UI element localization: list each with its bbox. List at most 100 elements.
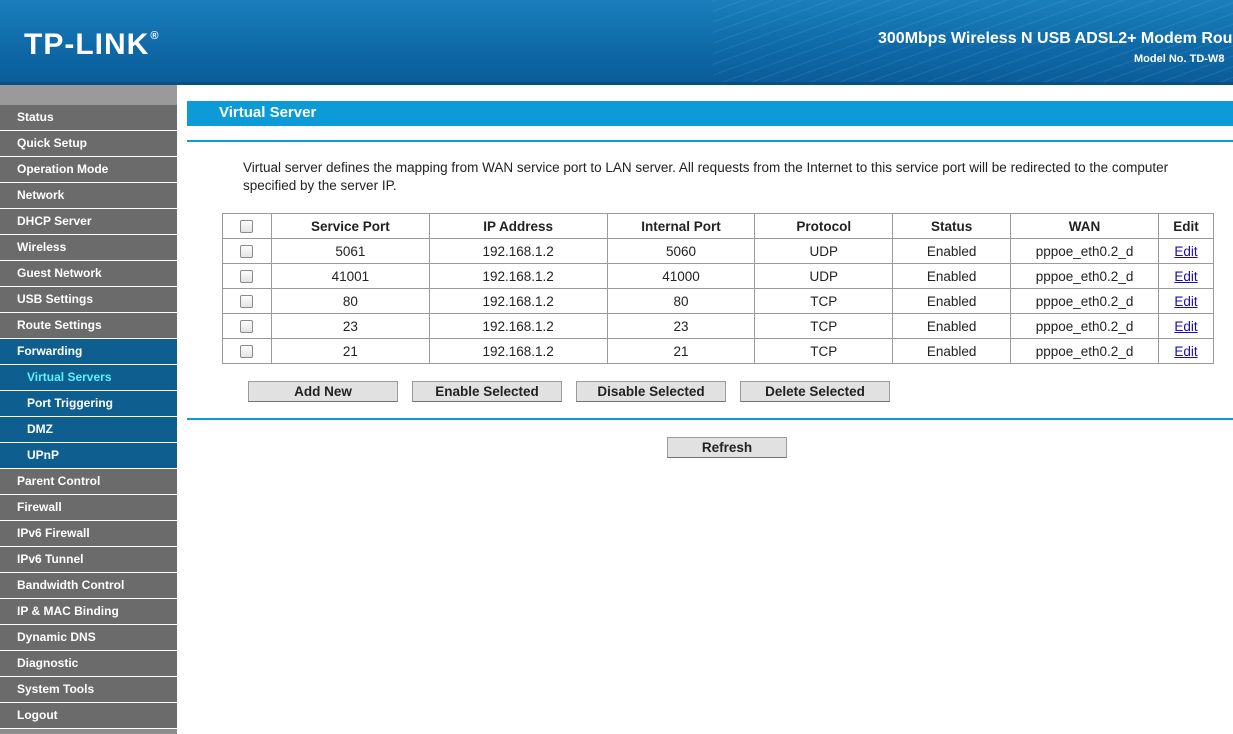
menu-item-diagnostic[interactable]: Diagnostic (0, 651, 177, 677)
row-select-cell (222, 238, 272, 264)
edit-cell: Edit (1158, 263, 1214, 289)
wan-cell: pppoe_eth0.2_d (1010, 238, 1159, 264)
internal-port-cell: 23 (606, 313, 756, 339)
menu-item-dhcp-server[interactable]: DHCP Server (0, 209, 177, 235)
ip-address-cell: 192.168.1.2 (428, 288, 608, 314)
disable-selected-button[interactable]: Disable Selected (576, 381, 726, 402)
menu-item-parent-control[interactable]: Parent Control (0, 469, 177, 495)
header-banner: TP-LINK® 300Mbps Wireless N USB ADSL2+ M… (0, 0, 1233, 82)
page-description: Virtual server defines the mapping from … (243, 160, 1169, 193)
protocol-cell: UDP (754, 263, 894, 289)
menu-item-ipv6-tunnel[interactable]: IPv6 Tunnel (0, 547, 177, 573)
row-checkbox[interactable] (240, 345, 254, 359)
submenu-item-dmz[interactable]: DMZ (0, 417, 177, 443)
enable-selected-button[interactable]: Enable Selected (412, 381, 562, 402)
wan-cell: pppoe_eth0.2_d (1010, 263, 1159, 289)
protocol-cell: TCP (754, 313, 894, 339)
menu-item-status[interactable]: Status (0, 105, 177, 131)
menu-item-firewall[interactable]: Firewall (0, 495, 177, 521)
ip-address-cell: 192.168.1.2 (428, 313, 608, 339)
status-cell: Enabled (892, 238, 1012, 264)
select-all-cell (222, 213, 272, 239)
menu-item-guest-network[interactable]: Guest Network (0, 261, 177, 287)
edit-link[interactable]: Edit (1174, 244, 1197, 259)
submenu-item-virtual-servers[interactable]: Virtual Servers (0, 365, 177, 391)
ip-address-cell: 192.168.1.2 (428, 263, 608, 289)
menu-item-bandwidth-control[interactable]: Bandwidth Control (0, 573, 177, 599)
column-header: Status (892, 213, 1012, 239)
menu-item-quick-setup[interactable]: Quick Setup (0, 131, 177, 157)
menu-item-ipv6-firewall[interactable]: IPv6 Firewall (0, 521, 177, 547)
row-checkbox[interactable] (240, 245, 254, 259)
table-row: 5061 192.168.1.2 5060 UDP Enabled pppoe_… (222, 238, 1214, 264)
column-header: Service Port (270, 213, 430, 239)
menu-item-wireless[interactable]: Wireless (0, 235, 177, 261)
delete-selected-button[interactable]: Delete Selected (740, 381, 890, 402)
wan-cell: pppoe_eth0.2_d (1010, 288, 1159, 314)
menu-item-operation-mode[interactable]: Operation Mode (0, 157, 177, 183)
edit-cell: Edit (1158, 288, 1214, 314)
menu-item-network[interactable]: Network (0, 183, 177, 209)
column-header: IP Address (428, 213, 608, 239)
tp-link-logo: TP-LINK® (24, 28, 160, 61)
menu-item-logout[interactable]: Logout (0, 703, 177, 729)
column-header: Protocol (754, 213, 894, 239)
column-header: Edit (1158, 213, 1214, 239)
table-row: 23 192.168.1.2 23 TCP Enabled pppoe_eth0… (222, 313, 1214, 339)
row-select-cell (222, 288, 272, 314)
row-checkbox[interactable] (240, 295, 254, 309)
header-divider (0, 82, 1233, 85)
product-name: 300Mbps Wireless N USB ADSL2+ Modem Rou (878, 30, 1233, 47)
edit-link[interactable]: Edit (1174, 269, 1197, 284)
edit-link[interactable]: Edit (1174, 294, 1197, 309)
select-all-checkbox[interactable] (240, 220, 254, 234)
protocol-cell: TCP (754, 338, 894, 364)
service-port-cell: 41001 (270, 263, 430, 289)
protocol-cell: UDP (754, 238, 894, 264)
row-checkbox[interactable] (240, 270, 254, 284)
table-row: 21 192.168.1.2 21 TCP Enabled pppoe_eth0… (222, 338, 1214, 364)
edit-cell: Edit (1158, 338, 1214, 364)
table-header-row: Service Port IP Address Internal Port Pr… (222, 213, 1214, 239)
table-row: 41001 192.168.1.2 41000 UDP Enabled pppo… (222, 263, 1214, 289)
buttons-divider (187, 418, 1233, 420)
ip-address-cell: 192.168.1.2 (428, 338, 608, 364)
edit-link[interactable]: Edit (1174, 319, 1197, 334)
status-cell: Enabled (892, 313, 1012, 339)
wan-cell: pppoe_eth0.2_d (1010, 313, 1159, 339)
status-cell: Enabled (892, 338, 1012, 364)
row-select-cell (222, 338, 272, 364)
sidebar-menu: Status Quick Setup Operation Mode Networ… (0, 85, 177, 734)
edit-link[interactable]: Edit (1174, 344, 1197, 359)
wan-cell: pppoe_eth0.2_d (1010, 338, 1159, 364)
model-number: Model No. TD-W8 (1134, 53, 1225, 65)
edit-cell: Edit (1158, 238, 1214, 264)
status-cell: Enabled (892, 263, 1012, 289)
submenu-item-upnp[interactable]: UPnP (0, 443, 177, 469)
column-header: Internal Port (606, 213, 756, 239)
menu-item-system-tools[interactable]: System Tools (0, 677, 177, 703)
column-header: WAN (1010, 213, 1159, 239)
ip-address-cell: 192.168.1.2 (428, 238, 608, 264)
title-divider (187, 140, 1233, 142)
virtual-server-table: Service Port IP Address Internal Port Pr… (222, 213, 1214, 364)
submenu-item-port-triggering[interactable]: Port Triggering (0, 391, 177, 417)
menu-item-dynamic-dns[interactable]: Dynamic DNS (0, 625, 177, 651)
row-select-cell (222, 313, 272, 339)
add-new-button[interactable]: Add New (248, 381, 398, 402)
service-port-cell: 80 (270, 288, 430, 314)
menu-item-ip-mac-binding[interactable]: IP & MAC Binding (0, 599, 177, 625)
internal-port-cell: 80 (606, 288, 756, 314)
menu-item-usb-settings[interactable]: USB Settings (0, 287, 177, 313)
row-checkbox[interactable] (240, 320, 254, 334)
internal-port-cell: 41000 (606, 263, 756, 289)
internal-port-cell: 21 (606, 338, 756, 364)
refresh-button[interactable]: Refresh (667, 437, 787, 458)
protocol-cell: TCP (754, 288, 894, 314)
sidebar-spacer (0, 85, 177, 105)
edit-cell: Edit (1158, 313, 1214, 339)
menu-item-route-settings[interactable]: Route Settings (0, 313, 177, 339)
menu-item-forwarding[interactable]: Forwarding (0, 339, 177, 365)
service-port-cell: 23 (270, 313, 430, 339)
table-row: 80 192.168.1.2 80 TCP Enabled pppoe_eth0… (222, 288, 1214, 314)
